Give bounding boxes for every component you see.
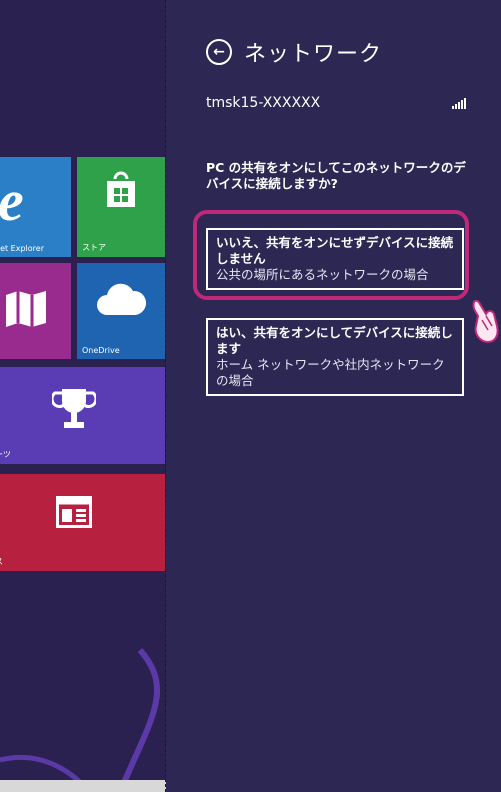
onedrive-cloud-icon — [97, 283, 147, 315]
tile-internet-explorer[interactable]: e net Explorer — [0, 157, 71, 257]
signal-strength-icon — [452, 97, 466, 109]
pointing-hand-icon — [472, 300, 499, 344]
back-arrow-icon: ← — [213, 44, 225, 60]
ie-icon: e — [0, 168, 24, 233]
news-icon — [56, 496, 92, 528]
network-item[interactable]: tmsk15-XXXXXX — [206, 95, 466, 111]
tile-store[interactable]: ストア — [77, 157, 165, 257]
option-subtitle: ホーム ネットワークや社内ネットワークの場合 — [216, 357, 445, 388]
option-no-sharing-button[interactable]: いいえ、共有をオンにせずデバイスに接続しません 公共の場所にあるネットワークの場… — [206, 228, 464, 290]
back-button[interactable]: ← — [206, 39, 232, 65]
trophy-icon — [52, 389, 96, 428]
tile-label: OneDrive — [82, 346, 120, 355]
tile-label: ーツ — [0, 450, 11, 459]
tile-onedrive[interactable]: OneDrive — [77, 263, 165, 359]
tile-news[interactable]: ス — [0, 474, 165, 571]
start-screen: e net Explorer ストア OneDrive — [0, 0, 166, 792]
tile-label: ストア — [82, 243, 106, 252]
option-title: はい、共有をオンにしてデバイスに接続します — [216, 325, 453, 356]
option-title: いいえ、共有をオンにせずデバイスに接続しません — [216, 235, 454, 266]
tile-sports[interactable]: ーツ — [0, 367, 165, 464]
option-subtitle: 公共の場所にあるネットワークの場合 — [216, 267, 429, 282]
network-name: tmsk15-XXXXXX — [206, 95, 321, 111]
panel-header: ← ネットワーク — [206, 36, 382, 68]
tile-maps[interactable] — [0, 263, 71, 359]
page-title: ネットワーク — [244, 42, 383, 67]
tile-label: net Explorer — [0, 244, 44, 253]
tile-label: ス — [0, 556, 3, 567]
maps-icon — [6, 291, 46, 327]
store-icon — [107, 171, 135, 207]
network-panel: ← ネットワーク tmsk15-XXXXXX PC の共有をオンにしてこのネット… — [166, 0, 501, 792]
taskbar-strip — [0, 780, 166, 792]
sharing-question: PC の共有をオンにしてこのネットワークのデバイスに接続しますか? — [206, 160, 466, 191]
option-yes-sharing-button[interactable]: はい、共有をオンにしてデバイスに接続します ホーム ネットワークや社内ネットワー… — [206, 318, 464, 396]
